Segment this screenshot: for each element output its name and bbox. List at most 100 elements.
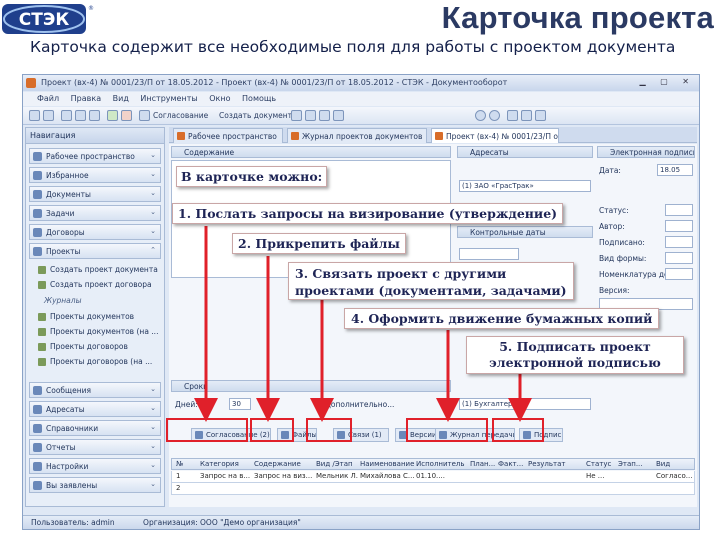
addressee-field[interactable]: (1) ЗАО «ГрасТрак» <box>459 180 591 192</box>
status-organization: Организация: ООО "Демо организация" <box>143 518 301 527</box>
control-dates-header: Контрольные даты <box>457 226 593 238</box>
menu-tools[interactable]: Инструменты <box>140 94 197 103</box>
nav-item-settings[interactable]: Настройки ⌄ <box>29 458 161 474</box>
author-field[interactable] <box>665 220 693 232</box>
nav-journal-item[interactable]: Проекты документов <box>38 312 134 321</box>
nav-item-documents[interactable]: Документы ⌄ <box>29 186 161 202</box>
nav-item-assigned[interactable]: Вы заявлены ⌄ <box>29 477 161 493</box>
nav-item-reports[interactable]: Отчеты ⌄ <box>29 439 161 455</box>
column-header[interactable]: Вид <box>656 460 670 468</box>
toolbar: Согласование Создать документ <box>23 107 699 125</box>
form-field[interactable] <box>665 252 693 264</box>
column-header[interactable]: Вид /Этап <box>316 460 353 468</box>
help-icon[interactable] <box>489 110 500 121</box>
nav-item-workspace[interactable]: Рабочее пространство ⌄ <box>29 148 161 164</box>
history-icon[interactable] <box>333 110 344 121</box>
column-header[interactable]: № <box>176 460 183 468</box>
back-icon[interactable] <box>29 110 40 121</box>
nav-item-messages[interactable]: Сообщения ⌄ <box>29 382 161 398</box>
save-icon[interactable] <box>61 110 72 121</box>
print-icon[interactable] <box>75 110 86 121</box>
journal-icon <box>38 313 46 321</box>
callout-intro: В карточке можно: <box>176 166 328 187</box>
nav-sub-label: Создать проект документа <box>50 265 158 274</box>
column-header[interactable]: Результат <box>528 460 565 468</box>
menu-help[interactable]: Помощь <box>242 94 276 103</box>
nav-item-projects[interactable]: Проекты ⌃ <box>29 243 161 259</box>
nav-item-favorites[interactable]: Избранное ⌄ <box>29 167 161 183</box>
menu-file[interactable]: Файл <box>37 94 59 103</box>
column-header[interactable]: Содержание <box>254 460 301 468</box>
nav-journal-item[interactable]: Проекты документов (на ... <box>38 327 158 336</box>
callout-approval: 1. Послать запросы на визирование (утвер… <box>172 203 564 224</box>
highlight-approval-tab <box>166 418 248 442</box>
menu-view[interactable]: Вид <box>113 94 129 103</box>
table-cell: 01.10.... <box>416 472 445 480</box>
nav-item-addressees[interactable]: Адресаты ⌄ <box>29 401 161 417</box>
nav-item-label: Адресаты <box>46 405 85 414</box>
window-controls[interactable]: ▁ ▢ ✕ <box>640 77 696 86</box>
column-header[interactable]: Факт... <box>498 460 523 468</box>
nomenclature-field[interactable] <box>665 268 693 280</box>
create-document-button[interactable]: Создать документ <box>219 111 292 120</box>
forward-icon[interactable] <box>43 110 54 121</box>
tab-workspace[interactable]: Рабочее пространство <box>173 128 283 143</box>
document-tabs: Рабочее пространство Журнал проектов док… <box>169 127 697 143</box>
signed-field[interactable] <box>665 236 693 248</box>
highlight-links-tab <box>306 418 352 442</box>
column-header[interactable]: Категория <box>200 460 239 468</box>
chevron-down-icon: ⌄ <box>150 461 156 469</box>
menu-edit[interactable]: Правка <box>71 94 101 103</box>
nav-item-label: Справочники <box>46 424 99 433</box>
table-cell: Михайлова С... <box>360 472 414 480</box>
nav-item-contracts[interactable]: Договоры ⌄ <box>29 224 161 240</box>
column-header[interactable]: Статус <box>586 460 611 468</box>
nav-create-project-contract[interactable]: Создать проект договора <box>38 280 152 289</box>
related-label: Дополнительно... <box>325 400 395 409</box>
tab-project-card[interactable]: Проект (вх-4) № 0001/23/П от 1... <box>431 128 559 143</box>
sign-icon[interactable] <box>535 110 546 121</box>
days-field[interactable]: 30 <box>229 398 251 410</box>
navigation-pane: Навигация Рабочее пространство ⌄ Избранно… <box>25 127 165 507</box>
delete-icon[interactable] <box>121 110 132 121</box>
nav-item-label: Задачи <box>46 209 75 218</box>
control-date-field[interactable] <box>459 248 519 260</box>
column-header[interactable]: Исполнитель <box>416 460 465 468</box>
executor-field[interactable]: (1) Бухгалтерия <box>459 398 591 410</box>
link-icon[interactable] <box>305 110 316 121</box>
attach-icon[interactable] <box>291 110 302 121</box>
column-header[interactable]: Наименование <box>360 460 414 468</box>
column-header[interactable]: Этап... <box>618 460 643 468</box>
tab-project-journal[interactable]: Журнал проектов документов <box>287 128 427 143</box>
table-row[interactable]: 2 <box>171 483 695 495</box>
mail-icon[interactable] <box>319 110 330 121</box>
approve-button[interactable]: Согласование <box>153 111 208 120</box>
date-field[interactable]: 18.05 <box>657 164 693 176</box>
app-icon <box>26 78 36 88</box>
status-label: Статус: <box>599 206 629 215</box>
slide-title: Карточка проекта <box>441 0 714 35</box>
tab-label: Проект (вх-4) № 0001/23/П от 1... <box>446 132 558 141</box>
nav-item-tasks[interactable]: Задачи ⌄ <box>29 205 161 221</box>
lock-icon[interactable] <box>507 110 518 121</box>
column-header[interactable]: План... <box>470 460 495 468</box>
status-field[interactable] <box>665 204 693 216</box>
menu-window[interactable]: Окно <box>209 94 230 103</box>
nav-item-label: Договоры <box>46 228 85 237</box>
refresh-icon[interactable] <box>475 110 486 121</box>
nav-item-label: Настройки <box>46 462 89 471</box>
copy-icon[interactable] <box>89 110 100 121</box>
nav-item-references[interactable]: Справочники ⌄ <box>29 420 161 436</box>
table-cell: Запрос на виз... <box>254 472 313 480</box>
references-icon <box>33 424 42 433</box>
key-icon[interactable] <box>521 110 532 121</box>
nav-journal-item[interactable]: Проекты договоров <box>38 342 128 351</box>
check-icon[interactable] <box>107 110 118 121</box>
nav-create-project-document[interactable]: Создать проект документа <box>38 265 158 274</box>
approve-icon[interactable] <box>139 110 150 121</box>
callout-transfer: 4. Оформить движение бумажных копий <box>344 308 660 329</box>
nav-journal-item[interactable]: Проекты договоров (на ... <box>38 357 152 366</box>
table-row[interactable]: 1 Запрос на в... Запрос на виз... Мельни… <box>171 471 695 483</box>
slide-subtitle: Карточка содержит все необходимые поля д… <box>30 38 676 56</box>
form-label: Вид формы: <box>599 254 647 263</box>
